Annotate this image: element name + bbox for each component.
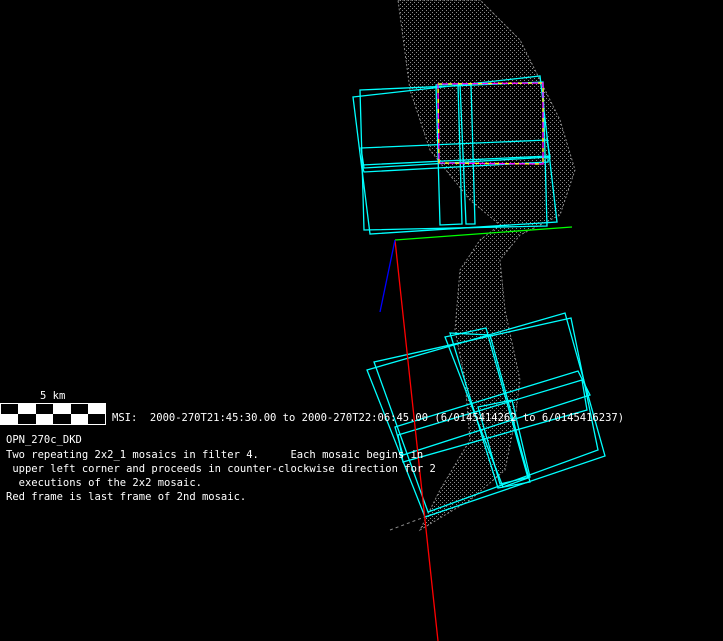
observation-id: OPN_270c_DKD [6, 434, 82, 446]
description-line: upper left corner and proceeds in counte… [6, 463, 436, 475]
description-line: Two repeating 2x2_1 mosaics in filter 4.… [6, 449, 424, 461]
description-line: Red frame is last frame of 2nd mosaic. [6, 491, 247, 503]
footprint-plot [0, 0, 606, 641]
msi-time-range: MSI: 2000-270T21:45:30.00 to 2000-270T22… [112, 412, 625, 424]
mosaic-plot: 5 km MSI: 2000-270T21:45:30.00 to 2000-2… [0, 0, 723, 641]
description-line: executions of the 2x2 mosaic. [6, 477, 202, 489]
red-axis [394, 239, 439, 641]
blue-axis [379, 239, 396, 313]
scale-bar-label: 5 km [40, 390, 66, 402]
scale-bar [0, 403, 106, 425]
